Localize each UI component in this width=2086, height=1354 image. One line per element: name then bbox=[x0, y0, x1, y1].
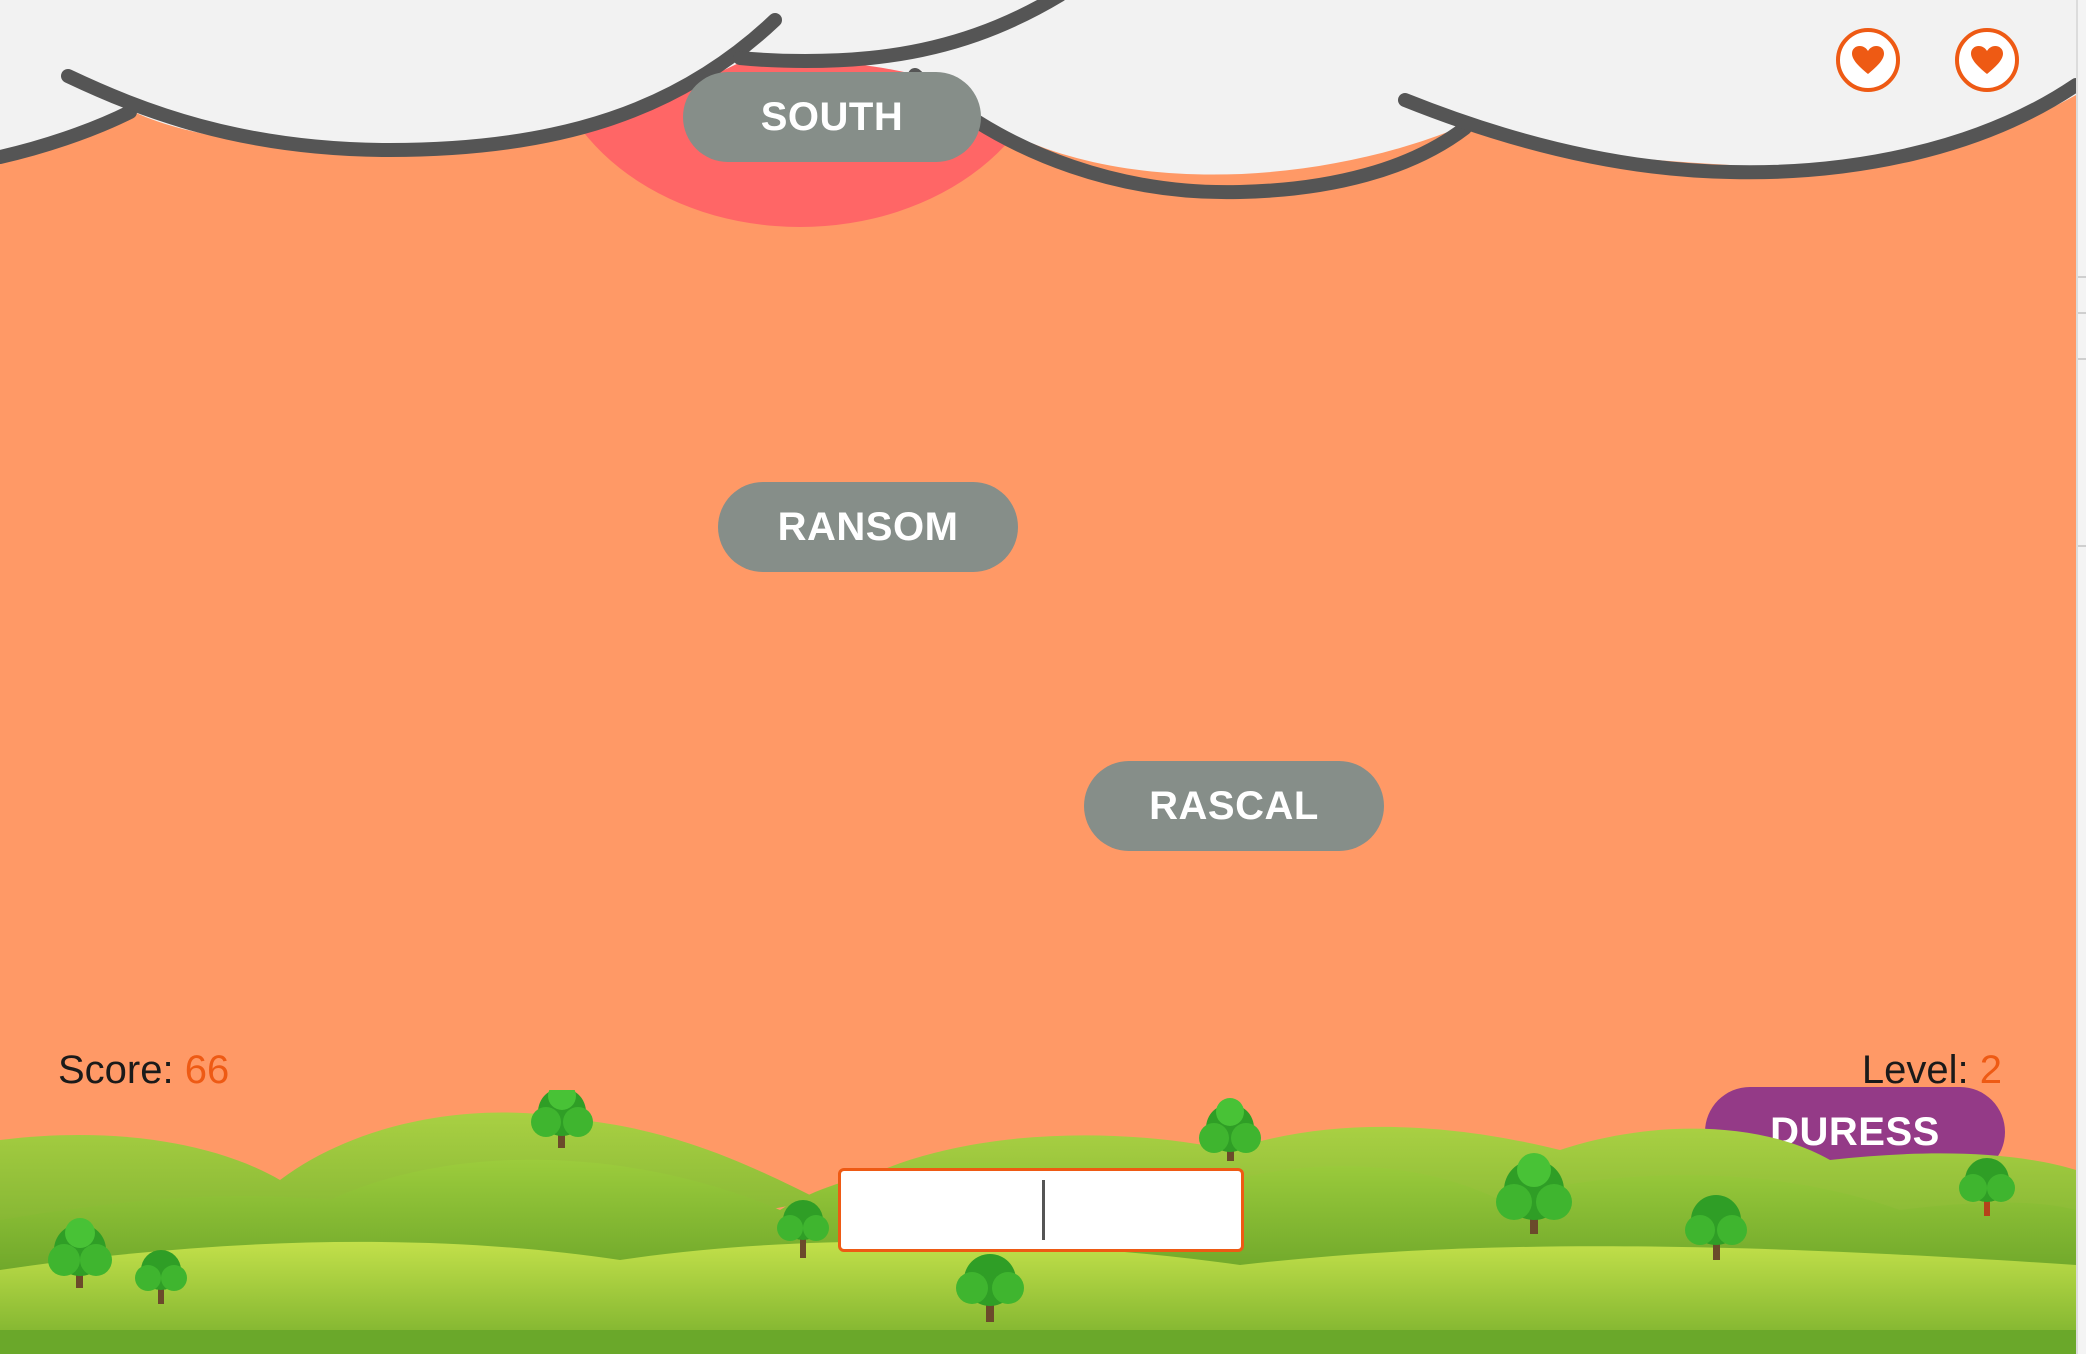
score-value: 66 bbox=[184, 1048, 230, 1092]
edge-tick bbox=[2078, 545, 2086, 547]
edge-tick bbox=[2078, 312, 2086, 314]
window-edge bbox=[2076, 0, 2086, 1354]
life-heart-icon bbox=[1955, 28, 2019, 92]
falling-word: SOUTH bbox=[683, 72, 981, 162]
score-display: Score: 66 bbox=[58, 1048, 229, 1093]
tree-icon bbox=[1199, 1098, 1261, 1161]
text-caret bbox=[1042, 1180, 1045, 1240]
edge-tick bbox=[2078, 358, 2086, 360]
answer-input[interactable] bbox=[838, 1168, 1244, 1252]
level-value: 2 bbox=[1979, 1048, 2002, 1092]
life-heart-icon bbox=[1836, 28, 1900, 92]
falling-word: RANSOM bbox=[718, 482, 1018, 572]
cloud-bank bbox=[0, 0, 2076, 200]
falling-word: RASCAL bbox=[1084, 761, 1384, 851]
score-label: Score: bbox=[58, 1048, 174, 1092]
game-area: SOUTH RANSOM RASCAL Score: 66 Level: 2 D… bbox=[0, 0, 2076, 1354]
level-label: Level: bbox=[1861, 1048, 1969, 1092]
edge-tick bbox=[2078, 276, 2086, 278]
